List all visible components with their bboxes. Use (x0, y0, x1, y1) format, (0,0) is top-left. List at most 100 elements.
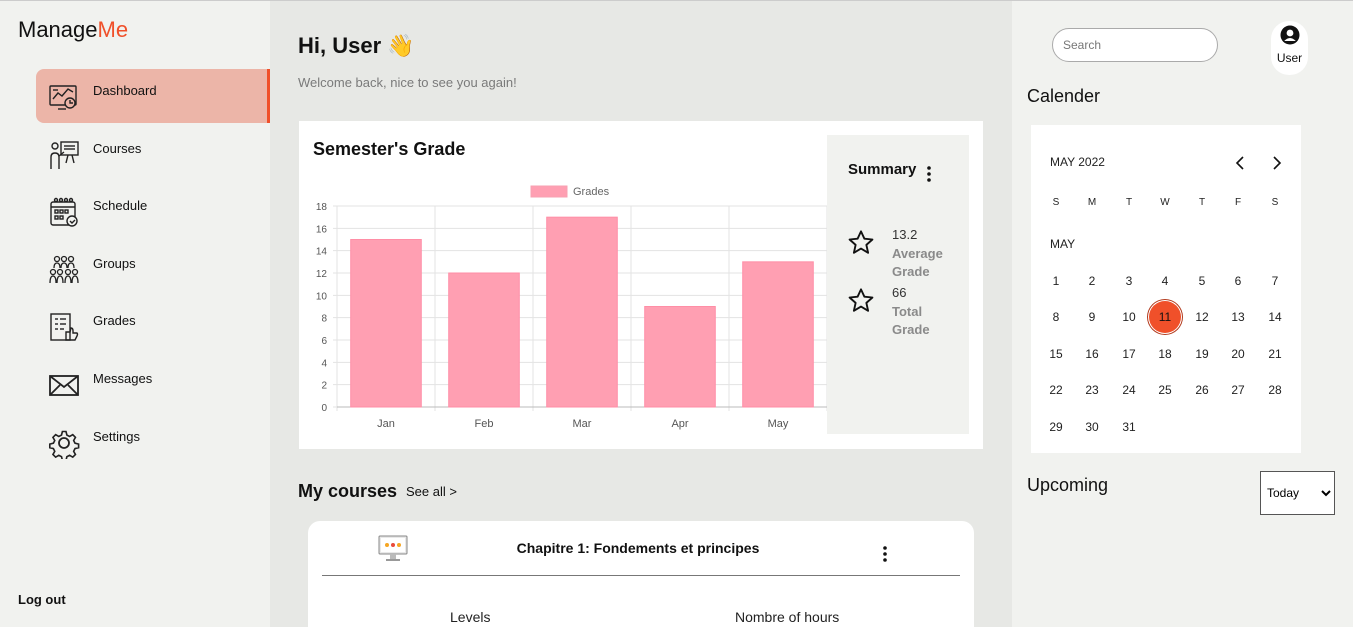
calendar-day[interactable]: 18 (1149, 338, 1181, 370)
sidebar-item-groups[interactable]: Groups (36, 242, 270, 296)
calendar-day[interactable]: 23 (1076, 374, 1108, 406)
user-avatar-icon (1280, 25, 1300, 45)
chevron-left-icon[interactable] (1233, 155, 1247, 171)
summary-panel: Summary 13.2 Average Grade 66 Total Grad… (827, 135, 969, 434)
app-logo[interactable]: ManageMe (18, 17, 128, 43)
settings-icon (48, 430, 80, 459)
calendar-day[interactable]: 3 (1113, 265, 1145, 297)
sidebar-item-label: Grades (93, 313, 136, 328)
calendar-weekday: S (1052, 197, 1060, 208)
grades-bar-chart: Grades 0 2 4 6 8 10 12 14 16 18 Jan Feb Mar Apr May (316, 185, 828, 430)
calendar-day[interactable]: 28 (1259, 374, 1291, 406)
x-tick-label: Feb (475, 418, 494, 430)
course-menu-icon[interactable] (880, 545, 890, 563)
chevron-right-icon[interactable] (1270, 155, 1284, 171)
calendar-weekday: S (1271, 197, 1279, 208)
calendar-weekday: T (1125, 197, 1133, 208)
main-content: Hi, User 👋 Welcome back, nice to see you… (270, 1, 1012, 627)
user-label: User (1276, 51, 1303, 65)
groups-icon (49, 255, 79, 284)
calendar-day[interactable]: 1 (1040, 265, 1072, 297)
logout-link[interactable]: Log out (18, 592, 66, 607)
sidebar-item-courses[interactable]: Courses (36, 127, 270, 181)
y-tick-label: 18 (316, 202, 328, 213)
y-tick-label: 14 (316, 247, 328, 258)
see-all-link[interactable]: See all > (406, 484, 457, 499)
x-tick-label: May (768, 418, 789, 430)
bar (742, 261, 814, 408)
greeting-text: Hi, User (298, 33, 382, 58)
legend-label: Grades (573, 186, 610, 198)
calendar-day[interactable]: 13 (1222, 301, 1254, 333)
y-tick-label: 10 (316, 291, 328, 302)
search-input[interactable] (1052, 28, 1218, 62)
calendar-day[interactable]: 17 (1113, 338, 1145, 370)
calendar-day[interactable]: 9 (1076, 301, 1108, 333)
calendar-weekday: F (1234, 197, 1242, 208)
calendar-day[interactable]: 2 (1076, 265, 1108, 297)
y-tick-label: 8 (321, 314, 327, 325)
calendar-day[interactable]: 24 (1113, 374, 1145, 406)
course-hours-label: Nombre of hours (735, 609, 840, 625)
calendar-day[interactable]: 7 (1259, 265, 1291, 297)
x-tick-label: Mar (573, 418, 592, 430)
courses-icon (50, 141, 79, 169)
calendar-heading: Calender (1027, 86, 1101, 106)
calendar-day[interactable]: 30 (1076, 411, 1108, 443)
calendar-day[interactable]: 16 (1076, 338, 1108, 370)
calendar-day[interactable]: 8 (1040, 301, 1072, 333)
sidebar-item-settings[interactable]: Settings (36, 415, 270, 469)
upcoming-filter-select[interactable]: Today (1260, 471, 1335, 515)
calendar-day[interactable]: 20 (1222, 338, 1254, 370)
my-courses-heading: My courses (298, 481, 398, 501)
divider (322, 575, 960, 576)
calendar-day[interactable]: 31 (1113, 411, 1145, 443)
calendar-day[interactable]: 14 (1259, 301, 1291, 333)
sidebar-item-grades[interactable]: Grades (36, 299, 270, 353)
calendar-day[interactable]: 10 (1113, 301, 1145, 333)
average-grade-value: 13.2 (892, 227, 918, 242)
course-levels-label: Levels (450, 609, 491, 625)
calendar-weekday: T (1198, 197, 1206, 208)
y-tick-label: 16 (316, 224, 328, 235)
right-panel: User Calender MAY 2022 MAY SMTWTFS123456… (1012, 1, 1353, 627)
sidebar-item-dashboard[interactable]: Dashboard (36, 69, 270, 123)
welcome-subtitle: Welcome back, nice to see you again! (298, 75, 517, 90)
course-card[interactable]: Chapitre 1: Fondements et principes Leve… (308, 521, 974, 627)
calendar-day[interactable]: 15 (1040, 338, 1072, 370)
sidebar-item-schedule[interactable]: Schedule (36, 184, 270, 238)
bar (546, 216, 618, 408)
summary-menu-icon[interactable] (923, 165, 935, 183)
calendar-weekday: M (1087, 197, 1097, 208)
average-grade-label: Average Grade (892, 246, 943, 279)
schedule-icon (50, 197, 78, 227)
course-title: Chapitre 1: Fondements et principes (516, 540, 760, 556)
calendar-day[interactable]: 29 (1040, 411, 1072, 443)
calendar-day[interactable]: 19 (1186, 338, 1218, 370)
calendar-day[interactable]: 21 (1259, 338, 1291, 370)
grades-icon (50, 313, 79, 341)
sidebar-item-label: Messages (93, 371, 153, 386)
calendar-day[interactable]: 6 (1222, 265, 1254, 297)
calendar-weekday: W (1160, 197, 1170, 208)
bar (350, 239, 422, 408)
sidebar-item-messages[interactable]: Messages (36, 357, 270, 411)
page-title: Hi, User 👋 (298, 33, 415, 59)
sidebar: ManageMe Dashboard Courses Schedule Grou… (0, 1, 270, 627)
calendar-day[interactable]: 25 (1149, 374, 1181, 406)
calendar-day[interactable]: 27 (1222, 374, 1254, 406)
calendar-widget: MAY 2022 MAY S M T W T F S 1 2 3 4 5 6 7 8 9 10 11 12 13 14 1… (1031, 125, 1301, 453)
y-tick-label: 0 (321, 403, 327, 414)
x-tick-label: Jan (377, 418, 395, 430)
summary-title: Summary (848, 161, 917, 178)
user-menu[interactable]: User (1271, 21, 1308, 75)
total-grade-label: Total Grade (892, 304, 930, 337)
calendar-day[interactable]: 4 (1149, 265, 1181, 297)
star-icon (848, 288, 874, 312)
calendar-day[interactable]: 12 (1186, 301, 1218, 333)
bar (644, 306, 716, 408)
calendar-day[interactable]: 26 (1186, 374, 1218, 406)
calendar-day[interactable]: 22 (1040, 374, 1072, 406)
calendar-day[interactable]: 5 (1186, 265, 1218, 297)
calendar-day-today[interactable]: 11 (1149, 301, 1181, 333)
